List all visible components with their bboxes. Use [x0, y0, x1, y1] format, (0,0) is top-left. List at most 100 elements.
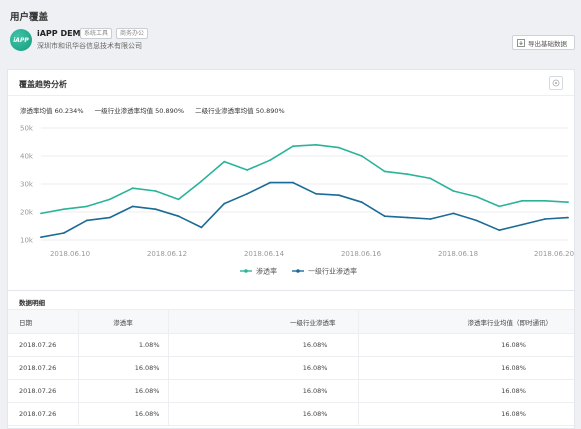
app-logo-text: iAPP	[13, 36, 29, 44]
cell-date: 2018.07.26	[8, 333, 78, 357]
data-point	[452, 212, 455, 215]
cell-industry-avg: 16.08%	[357, 402, 574, 426]
data-point	[498, 229, 501, 232]
data-point	[360, 201, 363, 204]
series-line	[40, 144, 569, 215]
y-tick-label: 30k	[20, 181, 34, 189]
legend-label: 渗透率	[256, 267, 277, 276]
legend-label: 一级行业渗透率	[308, 267, 357, 276]
y-tick-label: 20k	[20, 209, 34, 217]
data-point	[200, 180, 203, 183]
detail-card: 数据明细 日期 渗透率 一级行业渗透率 渗透率行业均值（即时通讯） 2018.0…	[7, 291, 575, 429]
app-company: 深圳市和讯华谷信息技术有限公司	[37, 42, 142, 50]
data-point	[315, 192, 317, 195]
data-point	[429, 218, 432, 220]
data-point	[567, 216, 569, 219]
trend-card: 覆盖趋势分析 渗透率均值 60.234% 一级行业渗透率均值 50.890% 二…	[7, 69, 575, 291]
x-tick-label: 2018.06.20	[534, 250, 574, 258]
data-point	[292, 181, 294, 184]
header-l1-rate[interactable]: 一级行业渗透率	[167, 309, 358, 334]
app-logo: iAPP	[10, 29, 32, 51]
cell-rate: 16.08%	[77, 356, 168, 380]
data-point	[154, 208, 157, 211]
legend-marker	[296, 269, 300, 273]
line-chart: 10k 20k 30k 40k 50k 2018.06.10 2018.06.12 2018.…	[20, 125, 574, 276]
data-point	[406, 216, 409, 219]
data-point	[108, 198, 111, 201]
data-point	[383, 170, 386, 173]
data-point	[544, 199, 546, 202]
data-point	[315, 143, 317, 146]
header-date[interactable]: 日期	[8, 309, 78, 334]
data-point	[40, 212, 42, 215]
y-tick-label: 10k	[20, 237, 34, 245]
cell-industry-avg: 16.08%	[357, 356, 574, 380]
data-point	[360, 155, 363, 157]
table-row: 2018.07.26 16.08% 16.08% 16.08%	[8, 356, 574, 380]
data-point	[85, 219, 88, 222]
cell-date: 2018.07.26	[8, 379, 78, 403]
data-point	[429, 177, 432, 180]
data-point	[269, 159, 272, 162]
data-point	[406, 173, 409, 176]
data-point	[131, 187, 134, 190]
data-point	[177, 215, 180, 218]
data-point	[337, 146, 340, 149]
data-point	[475, 219, 478, 222]
y-tick-label: 40k	[20, 153, 34, 161]
cell-l1-rate: 16.08%	[167, 356, 358, 380]
data-point	[246, 169, 249, 171]
detail-table: 日期 渗透率 一级行业渗透率 渗透率行业均值（即时通讯） 2018.07.26 …	[8, 309, 574, 426]
legend-marker	[244, 269, 248, 273]
data-point	[475, 195, 478, 198]
app-tag-subcategory: 商务办公	[116, 28, 149, 39]
cell-rate: 16.08%	[77, 379, 168, 403]
series-line	[40, 181, 569, 238]
data-point	[63, 232, 65, 234]
app-header: iAPP iAPP DEMO 系统工具 商务办公 深圳市和讯华谷信息技术有限公司…	[0, 24, 581, 64]
header-industry-avg[interactable]: 渗透率行业均值（即时通讯）	[357, 309, 574, 334]
data-point	[452, 190, 455, 192]
data-point	[292, 145, 294, 148]
data-point	[108, 216, 111, 219]
data-point	[246, 192, 249, 195]
cell-l1-rate: 16.08%	[167, 402, 358, 426]
cell-rate: 1.08%	[77, 333, 168, 357]
data-point	[498, 205, 501, 208]
export-button[interactable]: 导出基础数据	[512, 35, 575, 50]
detail-title: 数据明细	[19, 299, 45, 307]
table-row: 2018.07.26 1.08% 16.08% 16.08%	[8, 333, 574, 357]
x-tick-label: 2018.06.16	[341, 250, 382, 258]
data-point	[521, 199, 524, 202]
cell-rate: 16.08%	[77, 402, 168, 426]
table-row: 2018.07.26 16.08% 16.08% 16.08%	[8, 402, 574, 426]
cell-industry-avg: 16.08%	[357, 379, 574, 403]
data-point	[200, 226, 203, 229]
cell-date: 2018.07.26	[8, 402, 78, 426]
data-point	[177, 198, 180, 201]
app-tag-category: 系统工具	[80, 28, 113, 39]
cell-industry-avg: 16.08%	[357, 333, 574, 357]
cell-date: 2018.07.26	[8, 356, 78, 380]
cell-l1-rate: 16.08%	[167, 379, 358, 403]
data-point	[63, 208, 65, 211]
data-point	[40, 236, 42, 239]
x-tick-label: 2018.06.10	[50, 250, 90, 258]
data-point	[567, 201, 569, 204]
download-icon	[517, 38, 525, 47]
x-tick-label: 2018.06.12	[147, 250, 187, 258]
data-point	[544, 218, 546, 220]
data-point	[521, 223, 524, 226]
page-title: 用户覆盖	[10, 12, 49, 23]
data-point	[131, 205, 134, 208]
header-rate[interactable]: 渗透率	[77, 309, 168, 334]
table-header-row: 日期 渗透率 一级行业渗透率 渗透率行业均值（即时通讯）	[8, 309, 574, 334]
export-button-label: 导出基础数据	[528, 39, 567, 48]
cell-l1-rate: 16.08%	[167, 333, 358, 357]
data-point	[85, 205, 88, 208]
data-point	[337, 194, 340, 197]
y-tick-label: 50k	[20, 125, 34, 133]
data-point	[383, 215, 386, 218]
table-row: 2018.07.26 16.08% 16.08% 16.08%	[8, 379, 574, 403]
data-point	[154, 190, 157, 192]
